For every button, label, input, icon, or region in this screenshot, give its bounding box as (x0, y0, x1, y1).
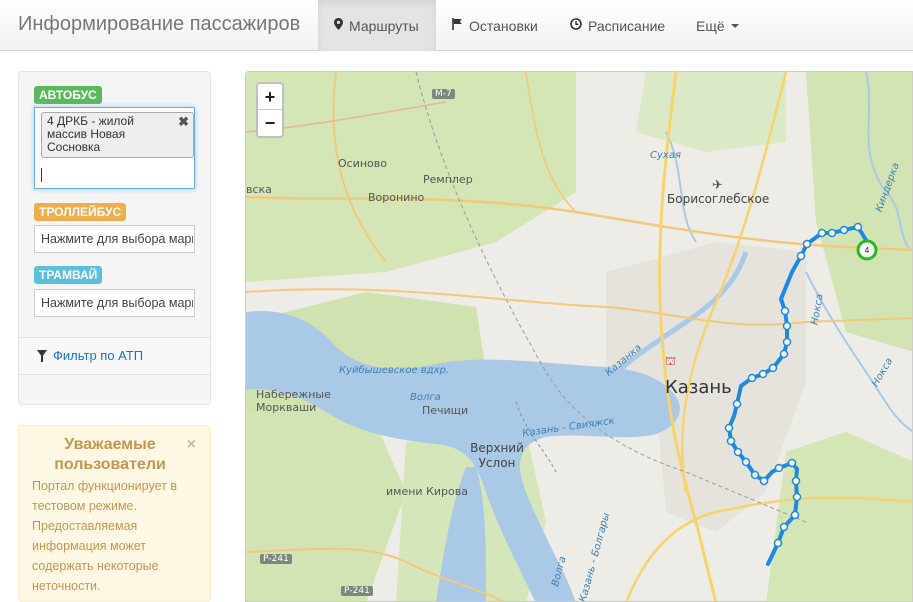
route-stop-marker[interactable] (790, 510, 800, 520)
route-stop-marker[interactable] (787, 458, 797, 468)
route-stop-marker[interactable] (773, 538, 783, 548)
road-sign-m7: М-7 (432, 89, 455, 99)
route-line[interactable] (727, 225, 872, 566)
place-label: Осиново (338, 157, 387, 170)
route-stop-marker[interactable] (827, 228, 837, 238)
nav-more-dropdown[interactable]: Ещё (696, 0, 739, 51)
zoom-control: + − (256, 82, 284, 138)
route-stop-marker[interactable] (726, 436, 736, 446)
place-label: Ремплер (423, 173, 473, 186)
nav-schedule[interactable]: Расписание (570, 0, 665, 51)
place-label: Верхний Услон (470, 441, 524, 470)
top-navbar: Информирование пассажиров Маршруты Остан… (0, 0, 913, 51)
route-number-marker[interactable]: 4 (856, 239, 878, 261)
nav-schedule-label: Расписание (588, 17, 666, 34)
place-label: Печищи (422, 404, 469, 417)
route-stop-marker[interactable] (782, 337, 792, 347)
clock-icon (570, 18, 582, 33)
route-stop-marker[interactable] (759, 476, 769, 486)
water-label: Куйбышевское вдхр. (339, 365, 450, 376)
route-stop-marker[interactable] (774, 463, 784, 473)
route-stop-marker[interactable] (779, 349, 789, 359)
airport-icon: ✈ (712, 178, 723, 193)
selected-route-text: 4 ДРКБ - жилой массив Новая Сосновка (47, 114, 134, 154)
close-icon[interactable]: × (187, 436, 196, 454)
alert-body: Портал функционирует в тестовом режиме. … (32, 479, 177, 593)
place-label: Воронино (368, 191, 425, 204)
bus-route-select[interactable]: 4 ДРКБ - жилой массив Новая Сосновка ✖ (34, 107, 195, 189)
nav-routes[interactable]: Маршруты (318, 0, 436, 51)
route-stop-marker[interactable] (747, 373, 757, 383)
place-label: Набережные Моркваши (256, 388, 331, 414)
bus-label: АВТОБУС (34, 86, 102, 104)
map-marker-icon (334, 18, 343, 33)
route-stop-marker[interactable] (796, 251, 806, 261)
route-stop-marker[interactable] (732, 399, 742, 409)
place-label: Борисоглебское (667, 192, 770, 206)
flag-icon (452, 18, 463, 33)
filter-by-atp[interactable]: Фильтр по АТП (19, 337, 210, 375)
selected-route-tag: 4 ДРКБ - жилой массив Новая Сосновка ✖ (41, 112, 194, 158)
route-stop-marker[interactable] (791, 476, 801, 486)
nav-more-label: Ещё (696, 17, 725, 34)
filter-icon (37, 350, 47, 362)
tram-placeholder: Нажмите для выбора маршрута (41, 296, 193, 310)
river-label: Сухая (650, 150, 681, 161)
tram-route-select[interactable]: Нажмите для выбора маршрута (34, 289, 195, 317)
route-stop-marker[interactable] (853, 222, 863, 232)
water-label: Волга (410, 392, 441, 403)
route-stop-marker[interactable] (780, 306, 790, 316)
route-stop-marker[interactable] (792, 492, 802, 502)
kremlin-icon: ⛫ (665, 354, 677, 368)
place-label: вска (246, 183, 272, 196)
route-stop-marker[interactable] (782, 321, 792, 331)
route-number-text: 4 (865, 246, 870, 255)
trolleybus-label: ТРОЛЛЕЙБУС (34, 203, 127, 221)
road-sign-r241: Р-241 (260, 554, 292, 564)
route-stop-marker[interactable] (750, 470, 760, 480)
route-stop-marker[interactable] (817, 228, 827, 238)
app-title[interactable]: Информирование пассажиров (18, 13, 300, 36)
trolleybus-placeholder: Нажмите для выбора маршрута (41, 232, 193, 246)
route-selection-panel: АВТОБУС 4 ДРКБ - жилой массив Новая Сосн… (18, 71, 211, 405)
zoom-in-button[interactable]: + (258, 84, 282, 110)
filter-by-atp-link[interactable]: Фильтр по АТП (53, 348, 143, 363)
notice-alert: Уважаемые пользователи × Портал функцион… (18, 425, 211, 602)
route-stop-marker[interactable] (768, 363, 778, 373)
route-stop-marker[interactable] (802, 239, 812, 249)
nav-routes-label: Маршруты (349, 17, 419, 34)
nav-stops-label: Остановки (469, 17, 538, 34)
route-stop-marker[interactable] (779, 522, 789, 532)
caret-down-icon (730, 23, 739, 28)
map-view[interactable]: 4 + − М-7 Р-241 Р-241 вска Осиново Ворон… (245, 71, 913, 602)
nav-stops[interactable]: Остановки (452, 0, 538, 51)
route-stop-marker[interactable] (724, 423, 734, 433)
route-stop-marker[interactable] (733, 447, 743, 457)
place-label: имени Кирова (386, 485, 468, 498)
route-stop-marker[interactable] (758, 369, 768, 379)
route-stop-marker[interactable] (741, 457, 751, 467)
route-layer: 4 (724, 222, 878, 566)
city-label-kazan: Казань (665, 377, 732, 398)
tram-label: ТРАМВАЙ (34, 266, 103, 284)
route-stop-marker[interactable] (839, 225, 849, 235)
alert-title: Уважаемые пользователи (54, 436, 166, 473)
zoom-out-button[interactable]: − (258, 110, 282, 136)
trolleybus-route-select[interactable]: Нажмите для выбора маршрута (34, 225, 195, 253)
remove-tag-icon[interactable]: ✖ (178, 115, 189, 128)
text-cursor (41, 168, 42, 182)
road-sign-r241: Р-241 (341, 586, 373, 596)
